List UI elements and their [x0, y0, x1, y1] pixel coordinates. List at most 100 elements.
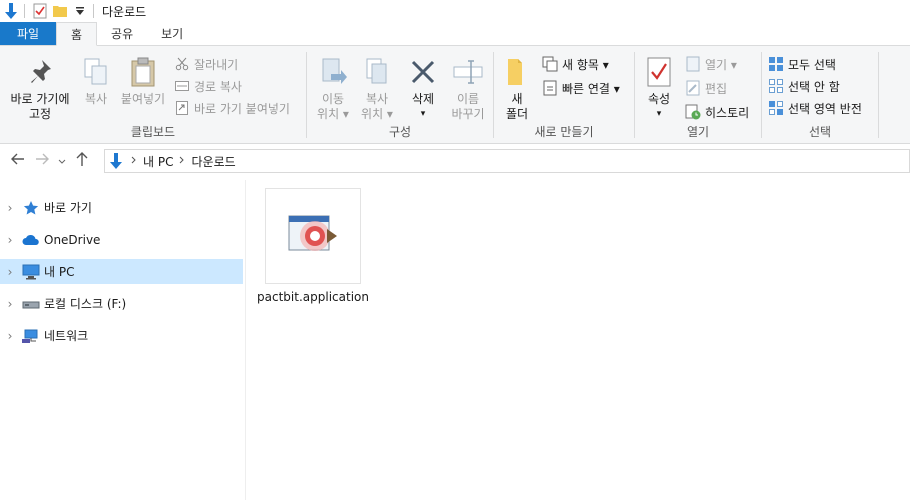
paste-button[interactable]: 붙여넣기 — [116, 52, 170, 107]
copy-path-button[interactable]: 경로 복사 — [174, 76, 242, 96]
customize-dropdown-icon[interactable] — [71, 2, 89, 20]
back-button[interactable] — [6, 149, 30, 173]
open-button[interactable]: 열기 ▾ — [685, 54, 737, 74]
paste-icon — [127, 56, 159, 88]
open-icon — [685, 56, 701, 72]
rename-icon — [452, 56, 484, 88]
new-item-button[interactable]: 새 항목 ▾ — [542, 54, 609, 74]
copy-path-icon — [174, 78, 190, 94]
cut-label: 잘라내기 — [194, 57, 239, 72]
pin-label-line2: 고정 — [28, 107, 52, 121]
expand-chevron-icon[interactable]: › — [0, 329, 20, 343]
edit-icon — [685, 80, 701, 96]
properties-icon — [643, 56, 675, 88]
copy-button[interactable]: 복사 — [78, 52, 114, 107]
chevron-down-icon — [58, 153, 66, 169]
window-title: 다운로드 — [102, 4, 147, 19]
nav-item-network[interactable]: › 네트워크 — [0, 323, 243, 348]
tab-file[interactable]: 파일 — [0, 22, 56, 45]
file-name[interactable]: pactbit.application — [257, 290, 369, 304]
copy-icon — [80, 56, 112, 88]
chevron-right-icon[interactable] — [131, 156, 137, 167]
expand-chevron-icon[interactable]: › — [0, 265, 20, 279]
expand-chevron-icon[interactable]: › — [0, 201, 20, 215]
up-arrow-icon — [76, 152, 88, 170]
history-button[interactable]: 히스토리 — [685, 102, 749, 122]
select-none-button[interactable]: 선택 안 함 — [768, 76, 840, 96]
up-button[interactable] — [70, 149, 94, 173]
back-arrow-icon — [11, 153, 25, 169]
nav-item-label: 바로 가기 — [44, 201, 92, 215]
cut-button[interactable]: 잘라내기 — [174, 54, 238, 74]
easy-access-button[interactable]: 빠른 연결 ▾ — [542, 78, 620, 98]
open-label: 열기 ▾ — [705, 57, 737, 72]
tab-view[interactable]: 보기 — [147, 22, 197, 45]
new-folder-button[interactable]: 새 폴더 — [498, 52, 536, 122]
expand-chevron-icon[interactable]: › — [0, 233, 20, 247]
properties-button[interactable]: 속성 ▾ — [639, 52, 679, 122]
nav-item-label: OneDrive — [44, 232, 101, 247]
delete-label-line1: 삭제 — [411, 92, 435, 106]
edit-button[interactable]: 편집 — [685, 78, 727, 98]
breadcrumb-downloads[interactable]: 다운로드 — [191, 153, 235, 170]
invert-selection-label: 선택 영역 반전 — [788, 101, 862, 116]
select-none-icon — [768, 78, 784, 94]
pin-quick-access-button[interactable]: 바로 가기에 고정 — [4, 52, 76, 122]
tab-home[interactable]: 홈 — [56, 22, 98, 46]
address-bar[interactable]: 내 PC 다운로드 — [104, 149, 910, 173]
properties-check-icon[interactable] — [31, 2, 49, 20]
easy-access-icon — [542, 80, 558, 96]
recent-locations-button[interactable] — [54, 149, 70, 173]
down-arrow-icon[interactable] — [2, 2, 20, 20]
file-thumbnail[interactable] — [265, 188, 361, 284]
new-folder-icon[interactable] — [51, 2, 69, 20]
paste-shortcut-button[interactable]: 바로 가기 붙여넣기 — [174, 98, 290, 118]
new-group: 새 폴더 새 항목 ▾ 빠른 연결 ▾ 새로 만들기 — [494, 50, 634, 142]
title-bar: 다운로드 — [0, 0, 910, 22]
move-to-icon — [317, 56, 349, 88]
move-to-button[interactable]: 이동 위치 ▾ — [311, 52, 355, 122]
tab-share[interactable]: 공유 — [97, 22, 147, 45]
rename-label-line2: 바꾸기 — [451, 107, 485, 121]
nav-item-quick-access[interactable]: › 바로 가기 — [0, 195, 243, 220]
nav-item-local-disk[interactable]: › 로컬 디스크 (F:) — [0, 291, 243, 316]
select-none-label: 선택 안 함 — [788, 79, 840, 94]
properties-label: 속성 — [647, 92, 671, 106]
paste-shortcut-label: 바로 가기 붙여넣기 — [194, 101, 290, 116]
rename-button[interactable]: 이름 바꾸기 — [445, 52, 491, 122]
history-label: 히스토리 — [705, 105, 750, 120]
delete-x-icon — [407, 56, 439, 88]
paste-shortcut-icon — [174, 100, 190, 116]
organize-group: 이동 위치 ▾ 복사 위치 ▾ 삭제 ▾ 이름 바꾸기 구성 — [307, 50, 493, 142]
copy-to-label-line1: 복사 — [365, 92, 389, 106]
chevron-right-icon[interactable] — [179, 156, 185, 167]
new-folder-label-line2: 폴더 — [505, 107, 529, 121]
nav-item-onedrive[interactable]: › OneDrive — [0, 227, 243, 252]
move-to-label-line1: 이동 — [321, 92, 345, 106]
expand-chevron-icon[interactable]: › — [0, 297, 20, 311]
separator — [93, 4, 94, 18]
forward-arrow-icon — [35, 153, 49, 169]
nav-item-label: 내 PC — [44, 265, 75, 279]
clipboard-group: 바로 가기에 고정 복사 붙여넣기 잘라내기 경로 복사 바로 가기 붙여넣기 … — [0, 50, 306, 142]
open-group-label: 열기 — [686, 125, 710, 139]
navigation-bar: 내 PC 다운로드 — [0, 148, 910, 174]
group-divider — [878, 52, 879, 138]
forward-button[interactable] — [30, 149, 54, 173]
select-group-label: 선택 — [808, 125, 832, 139]
select-all-label: 모두 선택 — [788, 57, 836, 72]
nav-item-this-pc[interactable]: › 내 PC — [0, 259, 243, 284]
organize-group-label: 구성 — [388, 125, 412, 139]
delete-button[interactable]: 삭제 ▾ — [401, 52, 445, 122]
cloud-icon — [22, 231, 40, 249]
computer-icon — [22, 263, 40, 281]
open-group: 속성 ▾ 열기 ▾ 편집 히스토리 열기 — [635, 50, 761, 142]
copy-to-icon — [361, 56, 393, 88]
select-all-button[interactable]: 모두 선택 — [768, 54, 836, 74]
delete-label-line2: ▾ — [420, 109, 426, 119]
file-item[interactable]: pactbit.application — [257, 188, 369, 304]
copy-to-button[interactable]: 복사 위치 ▾ — [355, 52, 399, 122]
invert-selection-icon — [768, 100, 784, 116]
invert-selection-button[interactable]: 선택 영역 반전 — [768, 98, 862, 118]
breadcrumb-this-pc[interactable]: 내 PC — [143, 153, 173, 170]
